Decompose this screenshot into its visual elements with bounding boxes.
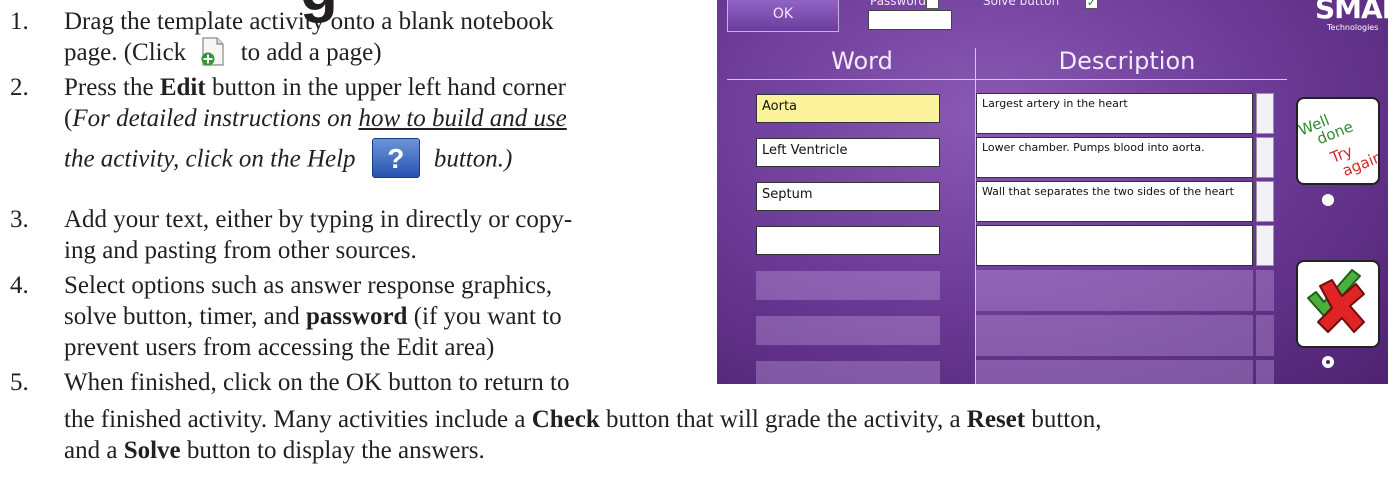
activity-toolbar: OK Password Solve button ✓ SMART Technol… xyxy=(717,0,1388,40)
password-bold-text: password xyxy=(306,303,408,330)
word-field-placeholder xyxy=(756,316,940,345)
description-scrollbar[interactable] xyxy=(1256,181,1274,222)
response-option-text[interactable]: Well done Try again xyxy=(1296,97,1380,185)
word-field[interactable] xyxy=(756,226,940,255)
reset-bold-text: Reset xyxy=(966,406,1026,433)
step-text: page. (Click xyxy=(64,39,187,66)
response-text-graphic: Well done Try again xyxy=(1298,111,1378,180)
step-text: Add your text, either by typing in direc… xyxy=(64,206,573,233)
response-radio-selected[interactable] xyxy=(1322,356,1334,368)
word-column-header: Word xyxy=(831,47,893,75)
word-field[interactable]: Aorta xyxy=(756,94,940,123)
add-page-icon xyxy=(201,37,225,66)
check-cross-icon xyxy=(1307,269,1365,333)
step-number: 2. xyxy=(10,74,29,101)
solve-bold-text: Solve xyxy=(123,437,181,464)
step-number: 3. xyxy=(10,206,29,233)
word-field-placeholder xyxy=(756,271,940,300)
smart-logo: SMART xyxy=(1315,0,1388,25)
description-scrollbar-placeholder xyxy=(1256,270,1274,311)
step-text: Select options such as answer response g… xyxy=(64,272,553,299)
response-radio[interactable] xyxy=(1322,194,1334,206)
step-text: prevent users from accessing the Edit ar… xyxy=(64,334,495,361)
activity-screenshot: OK Password Solve button ✓ SMART Technol… xyxy=(717,0,1388,384)
description-field-placeholder xyxy=(976,360,1253,384)
description-field[interactable]: Wall that separates the two sides of the… xyxy=(976,181,1253,222)
step-number: 1. xyxy=(10,8,29,35)
step-text: Drag the template activity onto a blank … xyxy=(64,8,554,35)
word-field[interactable]: Septum xyxy=(756,182,940,211)
step-number: 5. xyxy=(10,369,29,396)
help-icon: ? xyxy=(371,138,420,178)
ok-button[interactable]: OK xyxy=(727,0,839,32)
step-text: to add a page) xyxy=(240,39,382,66)
edit-bold-text: Edit xyxy=(159,74,206,101)
description-scrollbar-placeholder xyxy=(1256,360,1274,384)
word-field-placeholder xyxy=(756,361,940,384)
description-scrollbar[interactable] xyxy=(1256,137,1274,178)
description-scrollbar[interactable] xyxy=(1256,225,1274,266)
step-number: 4. xyxy=(10,272,29,299)
step-text: ing and pasting from other sources. xyxy=(64,237,417,264)
header-divider xyxy=(727,79,1287,80)
smart-logo-subtitle: Technologies xyxy=(1327,23,1379,32)
password-checkbox[interactable] xyxy=(926,0,939,9)
password-label: Password xyxy=(870,0,927,8)
solve-button-label: Solve button xyxy=(983,0,1060,8)
step-text: When finished, click on the OK button to… xyxy=(64,369,570,396)
description-field-placeholder xyxy=(976,270,1253,311)
description-field[interactable]: Largest artery in the heart xyxy=(976,93,1253,134)
description-scrollbar-placeholder xyxy=(1256,315,1274,356)
response-option-graphic[interactable] xyxy=(1296,260,1380,348)
description-column-header: Description xyxy=(1058,47,1196,75)
check-bold-text: Check xyxy=(531,406,600,433)
description-scrollbar[interactable] xyxy=(1256,93,1274,134)
password-input[interactable] xyxy=(868,10,952,30)
description-field[interactable]: Lower chamber. Pumps blood into aorta. xyxy=(976,137,1253,178)
description-field[interactable] xyxy=(976,225,1253,266)
solve-button-checkbox[interactable]: ✓ xyxy=(1085,0,1098,9)
help-link-text[interactable]: how to build and use xyxy=(358,105,566,132)
word-field[interactable]: Left Ventricle xyxy=(756,138,940,167)
description-field-placeholder xyxy=(976,315,1253,356)
document-page: g 1. Drag the template activity onto a b… xyxy=(0,0,1397,499)
